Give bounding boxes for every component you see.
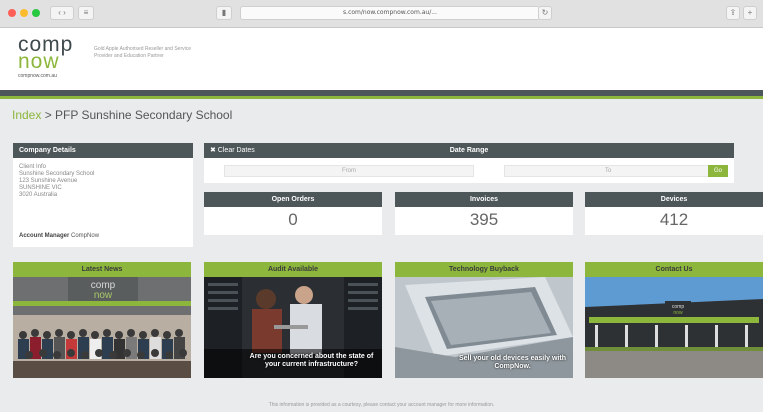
buyback-caption: Sell your old devices easily with CompNo…	[459, 355, 566, 370]
audit-available-title: Audit Available	[204, 262, 382, 277]
open-orders-card[interactable]: Open Orders 0	[204, 192, 382, 235]
technology-buyback-tile[interactable]: Technology Buyback Sell your old devices…	[395, 262, 573, 378]
staff-group-photo: comp now	[13, 277, 191, 378]
new-tab-icon[interactable]: +	[743, 6, 757, 20]
devices-label: Devices	[585, 192, 763, 207]
back-forward-button[interactable]: ‹ ›	[50, 6, 74, 20]
contact-us-title: Contact Us	[585, 262, 763, 277]
company-details-title: Company Details	[13, 143, 193, 158]
svg-text:now: now	[94, 290, 113, 301]
compnow-logo[interactable]: comp now compnow.com.au	[18, 34, 73, 79]
header-divider-green	[0, 96, 763, 99]
office-building-photo: comp now	[585, 277, 763, 378]
audit-available-tile[interactable]: Audit Available Are you concerned about …	[204, 262, 382, 378]
svg-text:now: now	[673, 310, 683, 316]
browser-toolbar: ‹ › ≡ ▮ s.com/now.compnow.com.au/... ↻ ⇪…	[0, 0, 763, 28]
date-to-input[interactable]: To	[504, 165, 722, 177]
technology-buyback-title: Technology Buyback	[395, 262, 573, 277]
date-range-title: Date Range	[449, 147, 489, 154]
company-line: Sunshine Secondary School	[19, 171, 95, 177]
header-tagline: Gold Apple Authorised Reseller and Servi…	[94, 46, 192, 59]
company-line: Client Info	[19, 164, 47, 170]
close-window-button[interactable]	[8, 9, 16, 17]
breadcrumb-separator: >	[41, 108, 56, 122]
company-line: 3020 Australia	[19, 192, 58, 198]
audit-caption: Are you concerned about the state of you…	[249, 353, 374, 368]
date-from-input[interactable]: From	[224, 165, 474, 177]
sidebar-toggle-button[interactable]: ≡	[78, 6, 94, 20]
latest-news-title: Latest News	[13, 262, 191, 277]
shield-icon[interactable]: ▮	[216, 6, 232, 20]
invoices-card[interactable]: Invoices 395	[395, 192, 573, 235]
latest-news-tile[interactable]: Latest News comp now	[13, 262, 191, 378]
site-header: comp now compnow.com.au Gold Apple Autho…	[0, 28, 763, 90]
account-manager-label: Account Manager	[19, 233, 70, 239]
company-line: SUNSHINE VIC	[19, 185, 62, 191]
breadcrumb: Index > PFP Sunshine Secondary School	[12, 108, 232, 122]
date-range-title-bar: ✖ Clear Dates Date Range	[204, 143, 734, 158]
account-manager-value: CompNow	[71, 233, 100, 239]
address-bar[interactable]: s.com/now.compnow.com.au/...	[240, 6, 540, 20]
invoices-value: 395	[469, 210, 499, 229]
logo-url-text: compnow.com.au	[18, 73, 57, 79]
account-manager: Account Manager CompNow	[19, 233, 99, 239]
maximize-window-button[interactable]	[32, 9, 40, 17]
invoices-label: Invoices	[395, 192, 573, 207]
minimize-window-button[interactable]	[20, 9, 28, 17]
page-title: PFP Sunshine Secondary School	[55, 108, 233, 122]
company-details-panel: Company Details Client Info Sunshine Sec…	[13, 143, 193, 247]
devices-card[interactable]: Devices 412	[585, 192, 763, 235]
company-address: Client Info Sunshine Secondary School 12…	[13, 158, 193, 199]
company-line: 123 Sunshine Avenue	[19, 178, 78, 184]
share-icon[interactable]: ⇪	[726, 6, 740, 20]
devices-value: 412	[659, 210, 689, 229]
date-range-panel: ✖ Clear Dates Date Range From To Go	[204, 143, 734, 183]
contact-us-tile[interactable]: Contact Us comp now	[585, 262, 763, 378]
breadcrumb-home-link[interactable]: Index	[12, 108, 41, 122]
reload-icon[interactable]: ↻	[538, 6, 552, 20]
footer-note: This information is provided as a courte…	[268, 402, 495, 408]
date-go-button[interactable]: Go	[708, 165, 728, 177]
open-orders-value: 0	[288, 210, 298, 229]
open-orders-label: Open Orders	[204, 192, 382, 207]
clear-dates-button[interactable]: ✖ Clear Dates	[210, 143, 255, 158]
